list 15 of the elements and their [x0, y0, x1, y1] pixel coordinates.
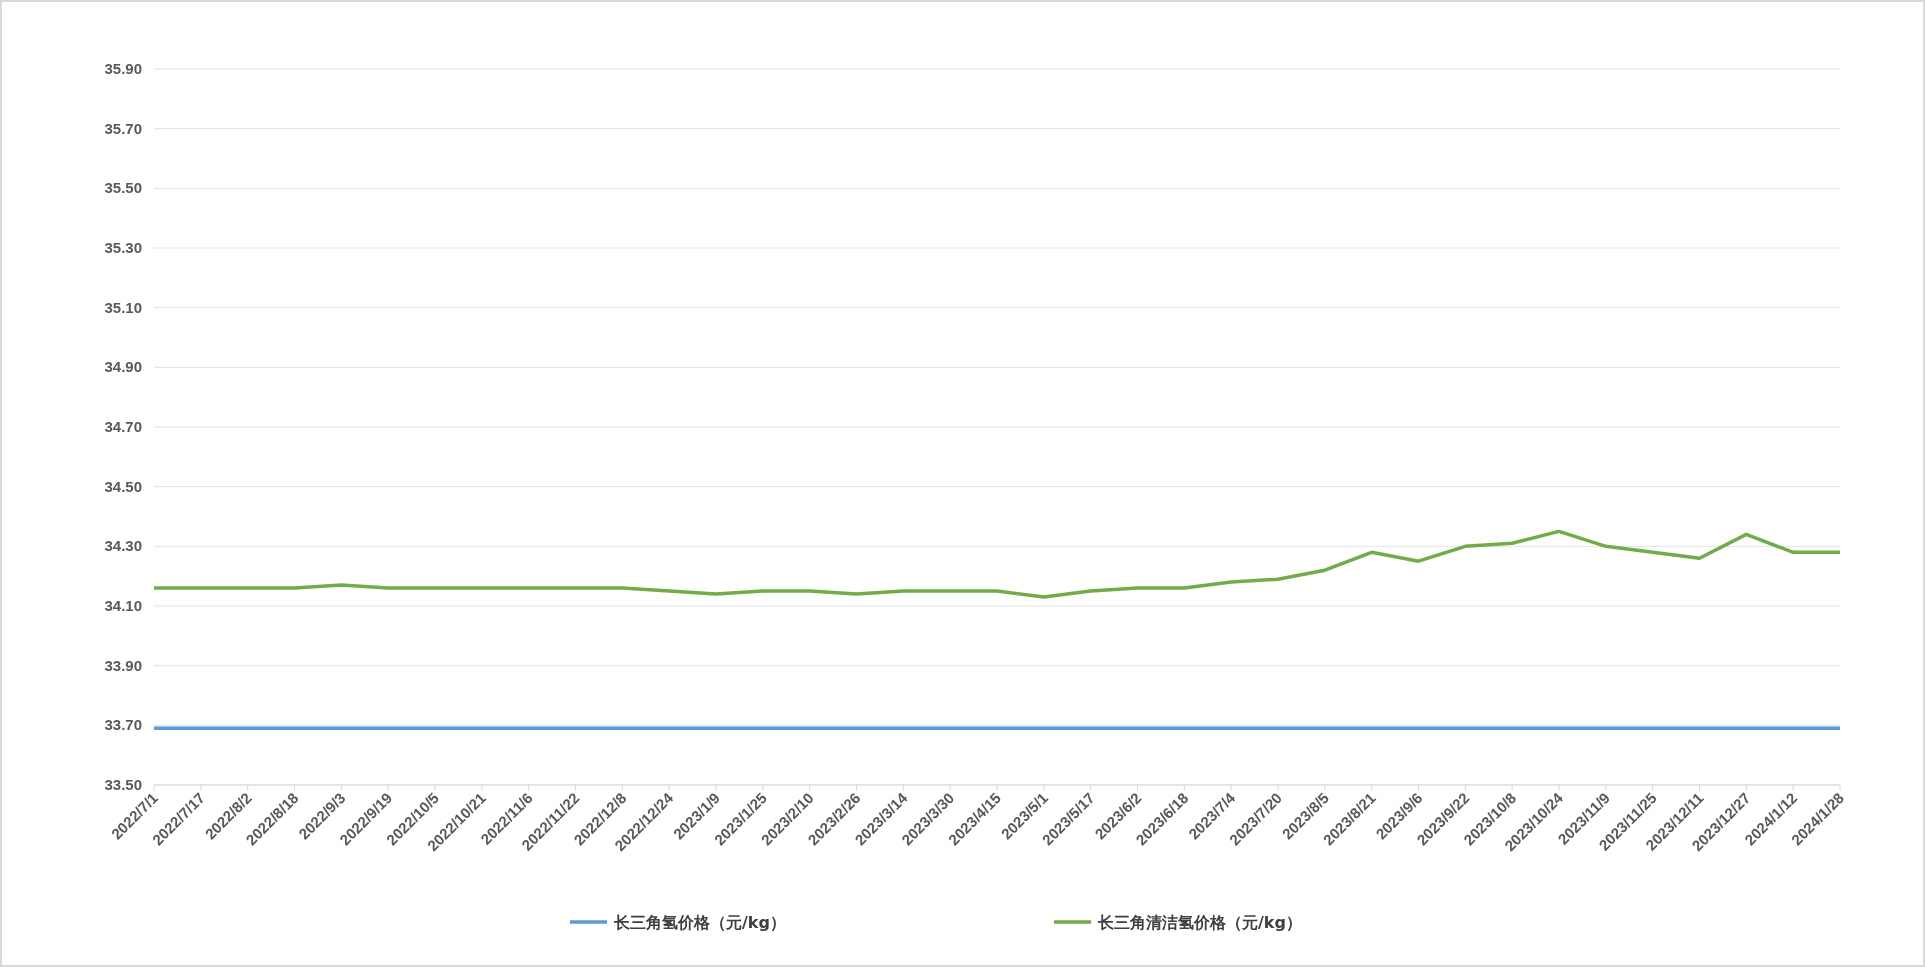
- y-tick-label: 33.50: [104, 776, 142, 793]
- y-tick-label: 33.70: [104, 716, 142, 734]
- y-tick-label: 35.90: [104, 60, 142, 77]
- y-tick-label: 35.50: [104, 179, 142, 197]
- y-tick-label: 33.90: [104, 656, 142, 674]
- y-tick-label: 34.30: [104, 537, 142, 555]
- y-tick-label: 34.10: [104, 597, 142, 614]
- legend-label: 长三角清洁氢价格（元/kg）: [1098, 913, 1302, 932]
- legend-label: 长三角氢价格（元/kg）: [614, 913, 786, 932]
- y-tick-label: 35.70: [104, 119, 142, 137]
- y-tick-label: 34.70: [104, 418, 142, 435]
- y-tick-label: 35.30: [104, 239, 142, 256]
- y-tick-label: 34.90: [104, 358, 142, 376]
- y-tick-label: 35.10: [104, 298, 142, 316]
- y-tick-label: 34.50: [104, 477, 142, 495]
